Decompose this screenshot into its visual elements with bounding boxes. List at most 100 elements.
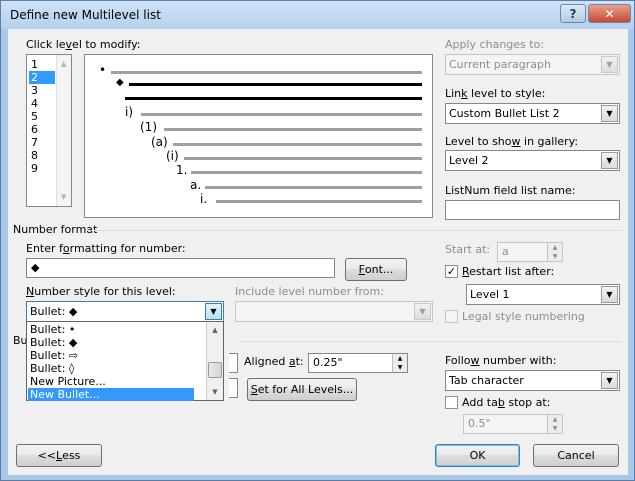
cancel-button[interactable]: Cancel (533, 444, 619, 467)
section-divider (240, 341, 622, 342)
preview-line (205, 186, 422, 189)
chevron-down-icon[interactable]: ▼ (601, 152, 618, 169)
include-level-combo: ▼ (235, 301, 433, 322)
preview-line (216, 200, 422, 203)
number-style-combo[interactable]: Bullet: ◆ ▼ (26, 301, 224, 322)
preview-marker: a. (190, 178, 202, 192)
scroll-down-icon[interactable]: ▼ (207, 384, 223, 400)
enter-format-label: Enter formatting for number: (26, 242, 186, 255)
chevron-down-icon: ▼ (414, 303, 431, 320)
window-title: Define new Multilevel list (10, 8, 161, 22)
less-button[interactable]: << Less (16, 444, 102, 467)
dropdown-item[interactable]: New Picture... (28, 375, 194, 388)
check-icon: ✓ (446, 265, 457, 278)
title-bar[interactable]: Define new Multilevel list ? ✕ (1, 1, 634, 29)
restart-list-label: Restart list after: (462, 265, 555, 278)
follow-number-value: Tab character (449, 374, 524, 387)
follow-number-label: Follow number with: (445, 354, 557, 367)
spin-down-icon: ▼ (547, 424, 562, 433)
start-at-value: a (502, 245, 509, 258)
preview-line-current (125, 97, 422, 100)
chevron-down-icon[interactable]: ▼ (601, 286, 618, 303)
level-scrollbar[interactable]: ▲ ▼ (56, 55, 71, 206)
preview-marker-level1: • (99, 63, 107, 77)
legal-style-checkbox (445, 310, 458, 323)
scroll-down-icon[interactable]: ▼ (61, 193, 66, 201)
spin-down-icon[interactable]: ▼ (392, 363, 407, 372)
link-level-label: Link level to style: (445, 87, 546, 100)
font-button[interactable]: Font... (345, 258, 407, 281)
preview-marker: i) (125, 105, 134, 119)
dropdown-item[interactable]: Bullet: ◆ (28, 336, 194, 349)
restart-list-checkbox[interactable]: ✓ (445, 265, 458, 278)
preview-line (173, 143, 422, 146)
restart-after-combo[interactable]: Level 1 ▼ (466, 284, 620, 305)
level-item-selected[interactable]: 2 (29, 71, 55, 84)
link-level-value: Custom Bullet List 2 (449, 107, 560, 120)
gallery-level-label: Level to show in gallery: (445, 135, 579, 148)
level-item[interactable]: 7 (29, 136, 55, 149)
dialog-client: Click level to modify: 1 2 3 4 5 6 7 8 9… (8, 29, 628, 475)
dialog-window: Define new Multilevel list ? ✕ Click lev… (0, 0, 635, 481)
aligned-at-spinner[interactable]: 0.25" ▲ ▼ (308, 353, 408, 373)
start-at-label: Start at: (445, 243, 491, 256)
ok-button[interactable]: OK (435, 444, 520, 467)
level-item[interactable]: 6 (29, 123, 55, 136)
add-tab-stop-label: Add tab stop at: (462, 396, 551, 409)
dropdown-item-selected[interactable]: New Bullet... (28, 388, 194, 401)
chevron-down-icon[interactable]: ▼ (601, 372, 618, 389)
help-button[interactable]: ? (560, 4, 586, 23)
close-icon: ✕ (604, 6, 615, 21)
chevron-down-icon[interactable]: ▼ (205, 303, 222, 320)
level-item[interactable]: 1 (29, 58, 55, 71)
preview-marker: (1) (140, 120, 157, 134)
scroll-up-icon[interactable]: ▲ (61, 60, 66, 68)
preview-line (164, 128, 422, 131)
dropdown-item[interactable]: Bullet: ⇨ (28, 349, 194, 362)
tab-stop-value: 0.5" (468, 417, 491, 430)
spin-up-icon[interactable]: ▲ (392, 354, 407, 363)
level-list-label: Click level to modify: (26, 38, 141, 51)
number-style-value: Bullet: ◆ (30, 305, 78, 318)
number-format-section-label: Number format (13, 223, 98, 236)
preview-line (191, 171, 422, 174)
dropdown-scrollbar[interactable]: ▲ ▼ (206, 322, 223, 400)
chevron-down-icon[interactable]: ▼ (601, 105, 618, 122)
apply-changes-label: Apply changes to: (445, 38, 545, 51)
preview-marker: 1. (176, 163, 188, 177)
link-level-combo[interactable]: Custom Bullet List 2 ▼ (445, 103, 620, 124)
set-all-levels-button[interactable]: Set for All Levels... (247, 378, 357, 401)
follow-number-combo[interactable]: Tab character ▼ (445, 370, 620, 391)
dropdown-item[interactable]: Bullet: ◊ (28, 362, 194, 375)
scroll-up-icon[interactable]: ▲ (207, 322, 223, 338)
aligned-at-value: 0.25" (313, 356, 343, 369)
level-item[interactable]: 3 (29, 84, 55, 97)
preview-marker: (i) (166, 149, 179, 163)
hidden-field-edge (229, 353, 238, 373)
level-item[interactable]: 8 (29, 149, 55, 162)
dropdown-item[interactable]: Bullet: • (28, 323, 194, 336)
spin-up-icon: ▲ (547, 415, 562, 424)
spin-down-icon: ▼ (547, 252, 562, 261)
gallery-level-combo[interactable]: Level 2 ▼ (445, 150, 620, 171)
listnum-input[interactable] (445, 200, 620, 220)
restart-after-value: Level 1 (470, 288, 510, 301)
aligned-at-label: Aligned at: (244, 355, 304, 368)
add-tab-stop-checkbox[interactable] (445, 396, 458, 409)
hidden-field-edge (229, 378, 238, 398)
level-item[interactable]: 9 (29, 162, 55, 175)
preview-marker: i. (200, 192, 208, 206)
include-level-label: Include level number from: (235, 285, 384, 298)
close-button[interactable]: ✕ (588, 4, 631, 23)
gallery-level-value: Level 2 (449, 154, 489, 167)
number-format-input[interactable]: ◆ (26, 258, 335, 278)
level-listbox[interactable]: 1 2 3 4 5 6 7 8 9 ▲ ▼ (26, 54, 72, 207)
preview-line (111, 71, 422, 74)
tab-stop-spinner: 0.5" ▲ ▼ (463, 414, 563, 434)
preview-line (184, 157, 422, 160)
number-style-dropdown[interactable]: Bullet: • Bullet: ◆ Bullet: ⇨ Bullet: ◊ … (26, 321, 224, 401)
level-item[interactable]: 5 (29, 110, 55, 123)
scroll-thumb[interactable] (208, 362, 222, 378)
level-item[interactable]: 4 (29, 97, 55, 110)
chevron-down-icon: ▼ (601, 56, 618, 73)
